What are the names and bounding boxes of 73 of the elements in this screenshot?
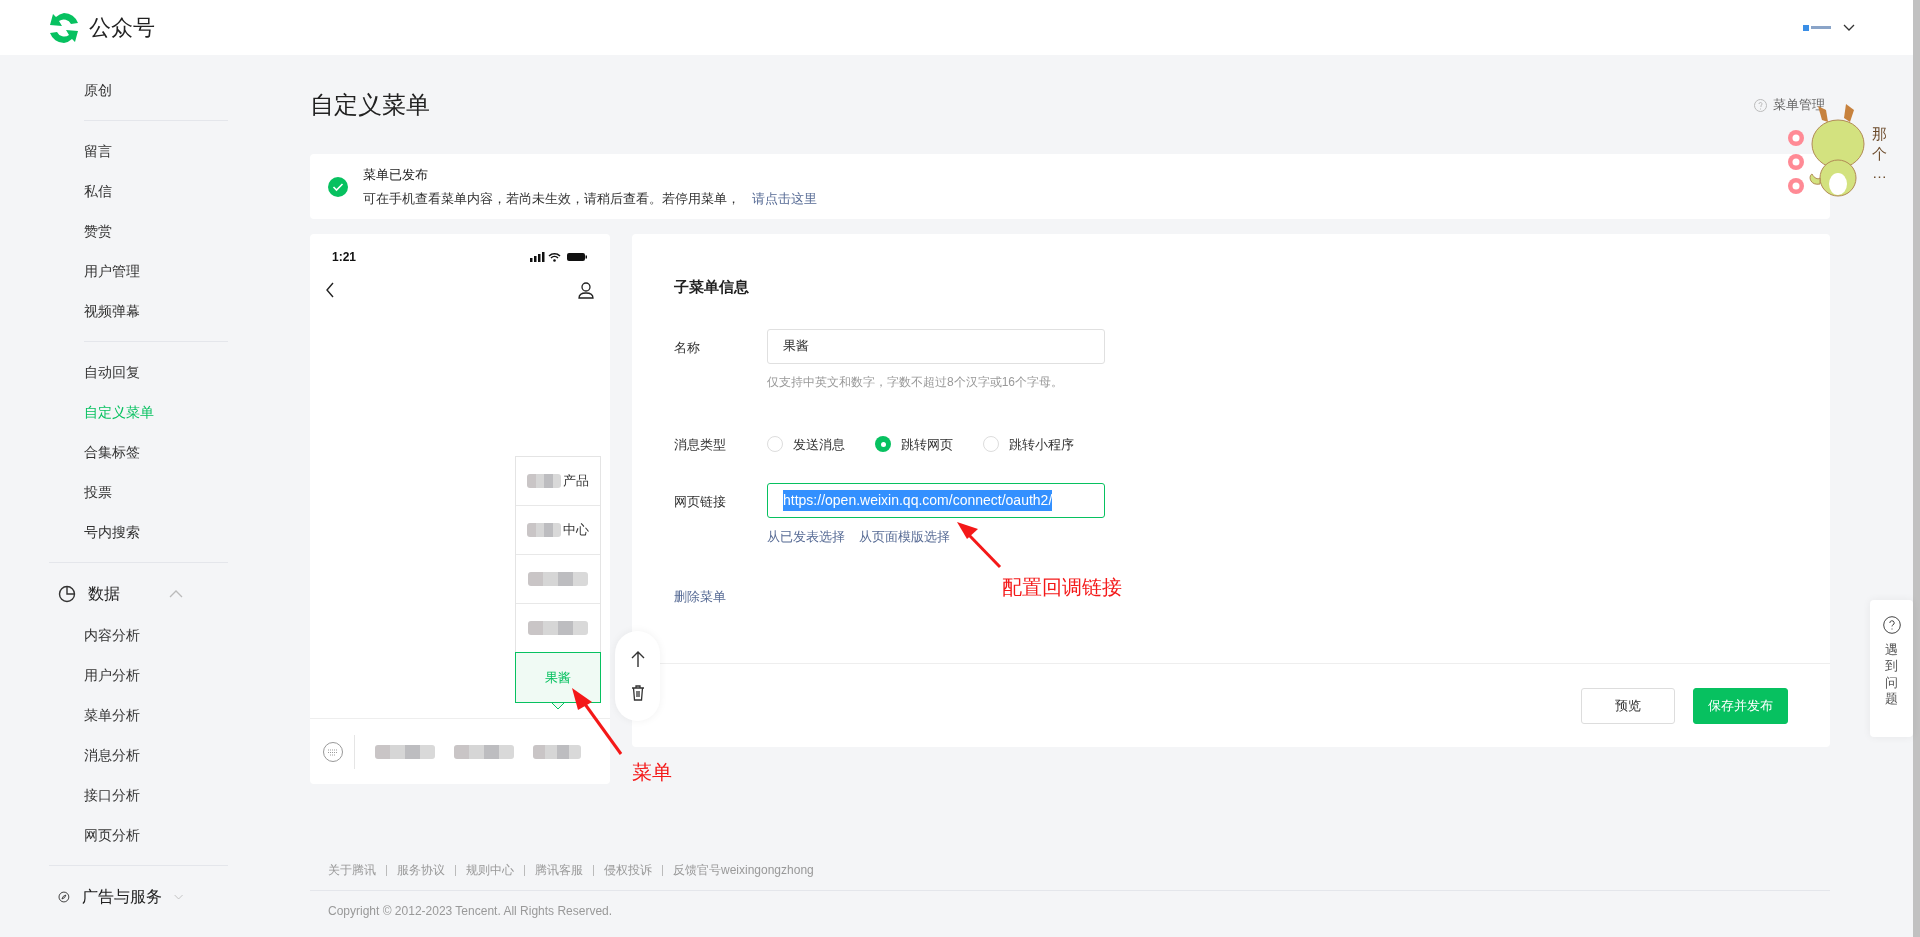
link[interactable]: 从已发表选择 [767,527,845,547]
page-title: 自定义菜单 [310,90,430,120]
submenu-item[interactable]: 中心 [516,506,600,555]
success-icon [328,176,348,197]
notice-message: 可在手机查看菜单内容，若尚未生效，请稍后查看。若停用菜单， 请点击这里 [363,189,817,208]
keyboard-icon[interactable] [322,740,344,763]
submenu-item[interactable]: 产品 [516,457,600,506]
trash-icon[interactable] [630,685,645,701]
logo-icon[interactable] [47,10,81,45]
blurred-text [453,744,514,759]
sidebar-item[interactable]: 自动回复 [84,361,140,383]
radio-button[interactable] [875,436,891,453]
sidebar-item[interactable]: 网页分析 [84,824,140,846]
chevron-down-icon [173,893,183,901]
account-avatar[interactable] [1803,22,1831,33]
section-title: 子菜单信息 [674,277,750,297]
sidebar-item[interactable]: 用户管理 [84,260,140,282]
flower-icon[interactable] [1788,130,1804,146]
flower-icon[interactable] [1788,154,1804,170]
person-icon[interactable] [577,281,595,299]
pointer-tail [552,703,564,710]
sidebar-item[interactable]: 投票 [84,481,112,503]
field-label: 网页链接 [674,493,727,511]
delete-link[interactable]: 删除菜单 [674,586,726,606]
sidebar-item[interactable]: 菜单分析 [84,704,140,726]
annotation-label: 菜单 [632,760,672,785]
sidebar-section[interactable]: 数据 [0,573,228,615]
sidebar-item[interactable]: 视频弹幕 [84,300,140,322]
pie-chart-icon [58,585,76,603]
radio-option[interactable]: 跳转小程序 [983,434,1074,454]
blurred-text [527,523,561,537]
blurred-text [528,572,588,586]
field-label: 名称 [674,338,701,357]
radio-option[interactable]: 跳转网页 [875,434,953,454]
sidebar-item[interactable]: 赞赏 [84,220,112,242]
app-name: 公众号 [89,14,155,42]
sidebar-item[interactable]: 内容分析 [84,624,140,646]
status-icons [530,252,588,262]
notice-title: 菜单已发布 [363,166,429,184]
sidebar-item[interactable]: 消息分析 [84,744,140,766]
flower-icon[interactable] [1788,178,1804,194]
blurred-text [528,621,588,635]
sidebar-item[interactable]: 原创 [84,79,112,101]
arrow-up-icon[interactable] [630,651,645,667]
sidebar-section[interactable]: 广告与服务 [0,876,228,918]
sidebar-item[interactable]: 号内搜索 [84,521,140,543]
field-hint: 仅支持中英文和数字，字数不超过8个汉字或16个字母。 [767,373,1065,391]
back-icon[interactable] [325,282,335,298]
question-icon [1882,616,1901,634]
sidebar-item[interactable]: 留言 [84,140,112,162]
notice-link[interactable]: 请点击这里 [752,190,817,206]
sidebar-item[interactable]: 私信 [84,180,112,202]
status-time: 1:21 [332,249,357,266]
radio-option[interactable]: 发送消息 [767,434,845,454]
blurred-text [374,744,435,759]
blurred-text [532,744,581,759]
name-field[interactable]: 果酱 [767,328,1105,364]
copyright: Copyright © 2012-2023 Tencent. All Rights Reserved. [327,903,614,920]
sticker-text: 那个… [1872,124,1888,183]
blurred-text [527,474,561,488]
preview-button[interactable]: 预览 [1581,687,1675,724]
help-widget[interactable]: 遇到问题 [1870,600,1913,737]
chevron-down-icon[interactable] [1843,24,1855,31]
sidebar-item[interactable]: 接口分析 [84,784,140,806]
scrollbar[interactable] [1913,0,1920,937]
link[interactable]: 从页面模版选择 [859,527,950,547]
sidebar-item[interactable]: 用户分析 [84,664,140,686]
field-label: 消息类型 [674,435,727,454]
annotation-arrow [955,520,1002,570]
annotation-label: 配置回调链接 [1002,575,1122,600]
chevron-up-icon [169,590,183,598]
help-icon [1754,98,1767,112]
sidebar-item[interactable]: 合集标签 [84,441,140,463]
